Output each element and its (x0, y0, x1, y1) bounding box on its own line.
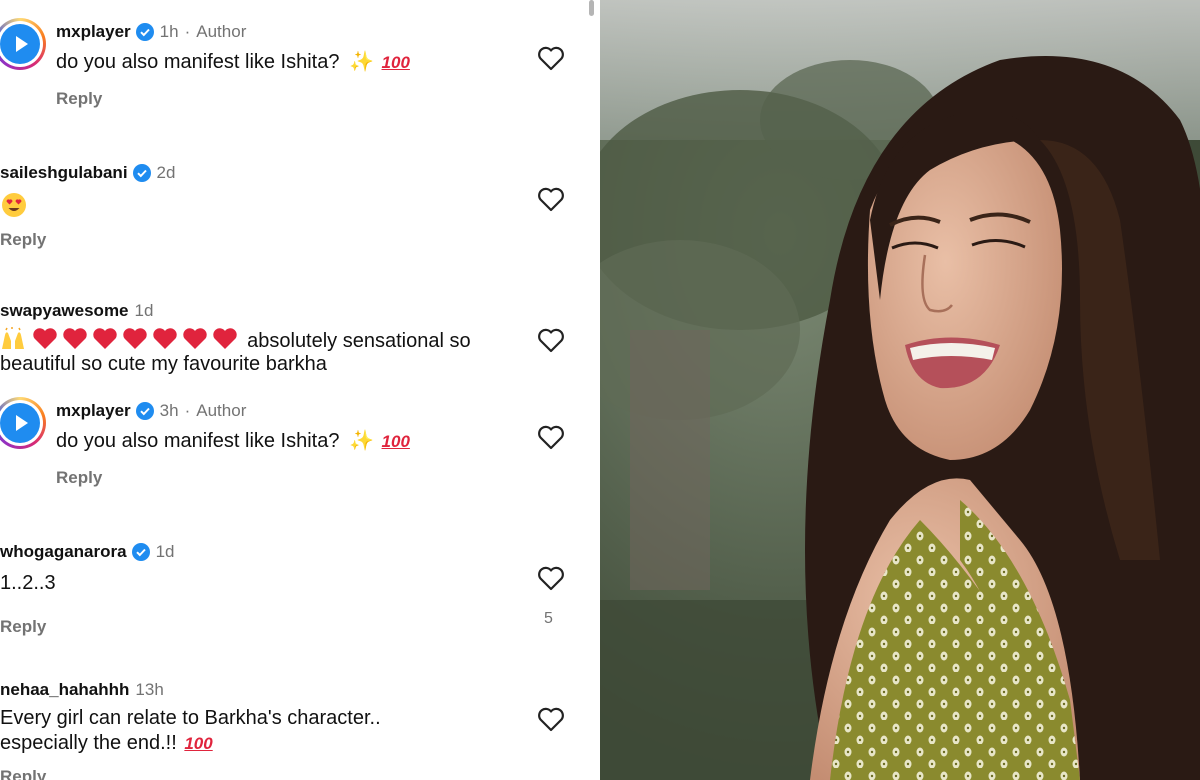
reply-button[interactable]: Reply (0, 767, 46, 780)
comment-text-line2: especially the end.!! (0, 732, 177, 754)
heart-eyes-emoji (2, 193, 26, 217)
red-heart-emoji (152, 328, 177, 349)
separator: · (184, 401, 191, 420)
comment-text-line2: beautiful so cute my favourite barkha (0, 353, 327, 375)
avatar[interactable] (0, 18, 46, 70)
comment-text: 1..2..3 (0, 572, 56, 594)
comment-time: 1d (134, 301, 154, 320)
comment-time: 3h (159, 401, 179, 420)
username[interactable]: whogaganarora (0, 542, 127, 562)
comment-text: do you also manifest like Ishita? (56, 51, 340, 73)
heart-outline-icon[interactable] (536, 325, 566, 355)
like-count: 5 (544, 610, 553, 627)
comments-panel[interactable]: mxplayer 1h · Author do you also manifes… (0, 0, 600, 780)
play-icon (16, 415, 28, 431)
username[interactable]: nehaa_hahahhh (0, 680, 129, 700)
comment-text: do you also manifest like Ishita? (56, 430, 340, 452)
username[interactable]: mxplayer (56, 401, 131, 421)
author-label: Author (196, 401, 247, 420)
comment-text-line1: Every girl can relate to Barkha's charac… (0, 707, 381, 729)
red-heart-emoji (122, 328, 147, 349)
heart-outline-icon[interactable] (536, 422, 566, 452)
heart-outline-icon[interactable] (536, 43, 566, 73)
sparkles-emoji: ✨ (349, 430, 374, 452)
comment-time: 1d (155, 542, 175, 561)
raising-hands-emoji (2, 327, 24, 349)
heart-outline-icon[interactable] (536, 704, 566, 734)
hundred-points-emoji: 100 (381, 53, 410, 72)
woman-smiling-photo (600, 0, 1200, 780)
comment-time: 1h (159, 22, 179, 41)
author-label: Author (196, 22, 247, 41)
username[interactable]: saileshgulabani (0, 163, 128, 183)
verified-badge-icon (132, 164, 151, 182)
heart-outline-icon[interactable] (536, 184, 566, 214)
reply-button[interactable]: Reply (0, 230, 46, 250)
comment-text-line1: absolutely sensational so (247, 330, 471, 352)
reply-button[interactable]: Reply (0, 617, 46, 637)
hundred-points-emoji: 100 (381, 432, 410, 451)
red-heart-emoji (62, 328, 87, 349)
red-heart-emoji (182, 328, 207, 349)
red-heart-emoji (92, 328, 117, 349)
photo-panel (600, 0, 1200, 780)
username[interactable]: mxplayer (56, 22, 131, 42)
comment-time: 13h (135, 680, 164, 699)
red-heart-emoji (32, 328, 57, 349)
scrollbar[interactable] (589, 0, 594, 16)
sparkles-emoji: ✨ (349, 51, 374, 73)
username[interactable]: swapyawesome (0, 301, 129, 321)
reply-button[interactable]: Reply (56, 468, 102, 488)
reply-button[interactable]: Reply (56, 89, 102, 109)
separator: · (184, 22, 191, 41)
avatar[interactable] (0, 397, 46, 449)
hundred-points-emoji: 100 (184, 734, 213, 753)
red-heart-emoji (212, 328, 237, 349)
heart-outline-icon[interactable] (536, 563, 566, 593)
comment-time: 2d (156, 163, 176, 182)
play-icon (16, 36, 28, 52)
verified-badge-icon (135, 23, 154, 41)
verified-badge-icon (131, 543, 150, 561)
verified-badge-icon (135, 402, 154, 420)
